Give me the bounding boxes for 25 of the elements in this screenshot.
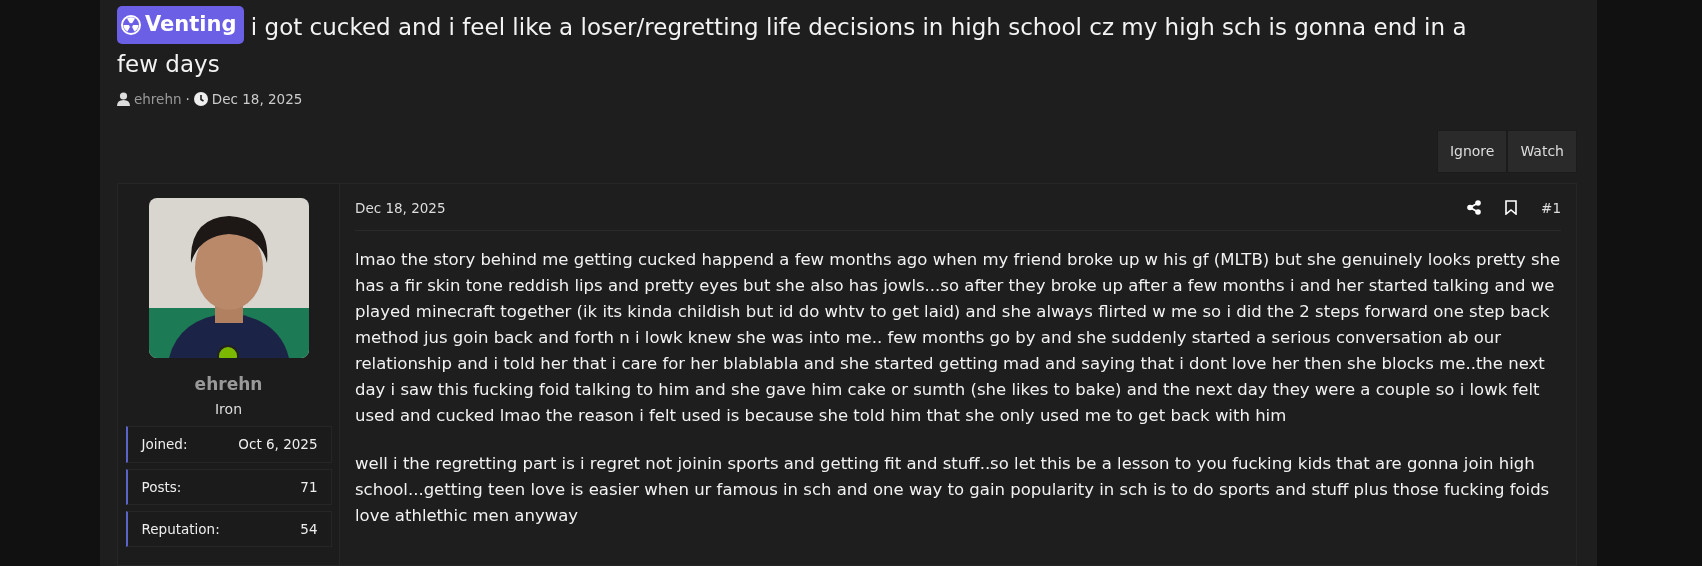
bookmark-icon[interactable] [1505,200,1518,216]
thread-date: Dec 18, 2025 [211,89,303,109]
username-link[interactable]: ehrehn [194,371,263,398]
radiation-icon [121,14,141,35]
user-rank: Iron [215,400,242,420]
stat-label: Joined: [141,435,188,455]
author-link[interactable]: ehrehn [134,88,182,109]
post-number-link[interactable]: #1 [1541,197,1561,218]
stat-label: Posts: [141,477,182,497]
share-icon[interactable] [1467,200,1482,216]
separator-dot: · [185,89,190,109]
action-button[interactable]: Watch [1507,129,1577,173]
stat-label: Reputation: [141,519,220,539]
post-date-link[interactable]: Dec 18, 2025 [355,197,446,218]
thread-title: few days [117,49,220,79]
prefix-badge[interactable]: Venting [117,6,244,44]
post-paragraph: well i the regretting part is i regret not joinin sports and getting fit and stuff..so let this be a lesson to you fucking kids that are gonna join high school...getting teen love is easier when ur famous in sch and one way to gain popularity in sch is to do sports and stuff plus those fucking foids love athlethic men anyway [355,453,1551,527]
user-icon [117,91,130,106]
thread-title: i got cucked and i feel like a loser/regretting life decisions in high school cz my high sch is gonna end in a [250,13,1467,40]
action-button[interactable]: Ignore [1436,129,1508,173]
stat-value: Oct 6, 2025 [238,435,318,455]
clock-icon [193,91,208,106]
stat-value: 54 [300,519,318,539]
post-paragraph: lmao the story behind me getting cucked happend a few months ago when my friend broke up w his gf (MLTB) but she genuinely looks pretty she has a fir skin tone reddish lips and pretty eyes but she also has jowls...so after they broke up after a few months i and her started talking and we played minecraft together (ik its kinda childish but id do whtv to get laid) and she always flirted w me so i did the 2 steps forward one step back method jus goin back and forth n i lowk knew she was into me.. few months go by and she suddenly started a serious conversation ab our relationship and i told her that i care for her blablabla and she started getting mad and saying that i dont love her then she blocks me..the next day i saw this fucking foid talking to him and she gave him cake or sumth (she likes to bake) and the next day they were a couple so i lowk felt used and cucked lmao the reason i felt used is because she told him that she only used me to get back with him [355,249,1561,427]
stat-value: 71 [300,477,318,497]
